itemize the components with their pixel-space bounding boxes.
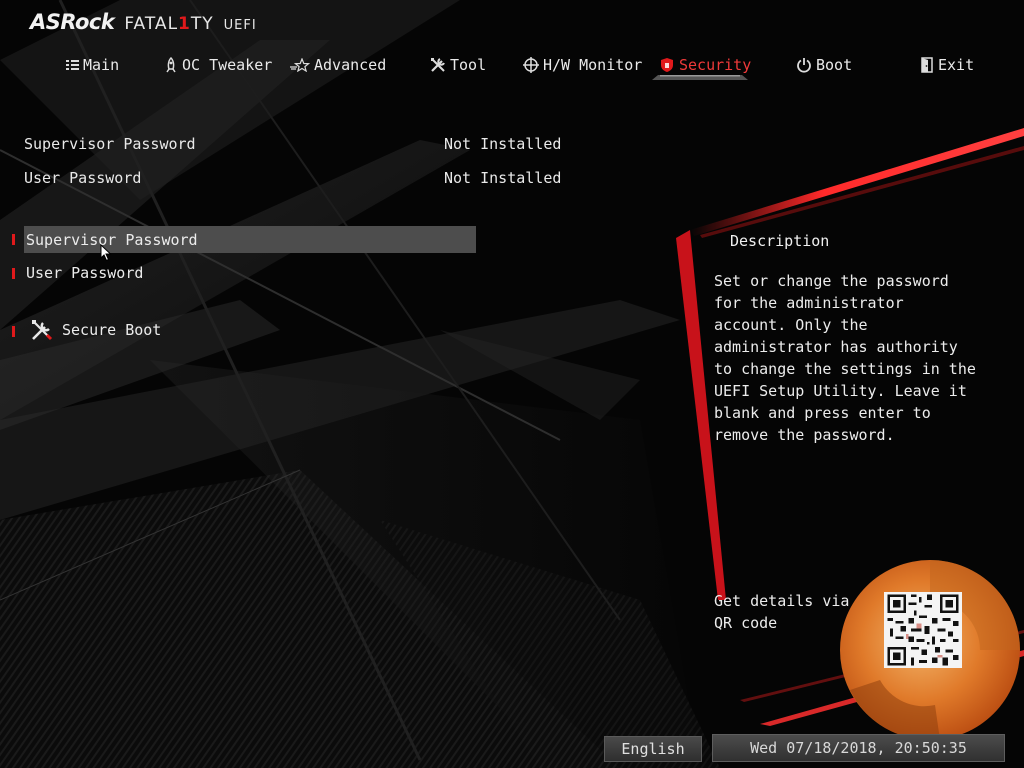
item-marker [12, 326, 15, 337]
series-name: FATAL1TY [124, 14, 213, 34]
info-label: Supervisor Password [24, 135, 196, 153]
tab-tool-label: Tool [450, 56, 487, 74]
description-title: Description [730, 232, 830, 250]
shield-icon [661, 58, 673, 72]
tab-boot[interactable]: Boot [796, 52, 852, 78]
info-row-user: User Password Not Installed [24, 169, 584, 187]
mouse-cursor-icon [100, 244, 112, 262]
series-post: TY [190, 14, 214, 34]
tab-advanced-label: Advanced [314, 56, 387, 74]
tools-icon [431, 58, 445, 72]
series-one: 1 [178, 14, 191, 34]
power-icon [797, 58, 811, 73]
datetime-display: Wed 07/18/2018, 20:50:35 [712, 734, 1005, 762]
tab-main-label: Main [83, 56, 120, 74]
uefi-label: UEFI [223, 18, 257, 33]
series-pre: FATAL [124, 14, 179, 34]
item-marker [12, 234, 15, 245]
qr-caption: Get details via QR code [714, 592, 850, 632]
tab-hw-monitor-label: H/W Monitor [543, 56, 643, 74]
qr-code[interactable] [884, 592, 962, 668]
tab-hw-monitor[interactable]: H/W Monitor [523, 52, 642, 78]
tab-exit[interactable]: Exit [920, 52, 974, 78]
star-icon [290, 58, 310, 72]
language-button[interactable]: English [604, 736, 702, 762]
item-marker [12, 268, 15, 279]
description-text: Set or change the password for the admin… [714, 272, 976, 444]
list-icon [66, 60, 79, 70]
info-label: User Password [24, 169, 142, 187]
tab-advanced[interactable]: Advanced [290, 52, 386, 78]
wrench-screwdriver-icon [32, 319, 53, 340]
tab-exit-label: Exit [938, 56, 975, 74]
tab-oc-tweaker-label: OC Tweaker [182, 56, 273, 74]
menu-item-label: User Password [26, 263, 144, 282]
tab-tool[interactable]: Tool [430, 52, 486, 78]
exit-door-icon [921, 57, 933, 73]
tab-security-label: Security [679, 56, 752, 74]
asrock-fatality-logo: ASRock FATAL1TY UEFI [30, 10, 257, 36]
active-tab-underline [652, 75, 748, 80]
tab-oc-tweaker[interactable]: OC Tweaker [164, 52, 272, 78]
menu-item-label: Secure Boot [62, 320, 162, 339]
menu-item-supervisor-password[interactable]: Supervisor Password [24, 226, 476, 253]
menu-item-user-password[interactable]: User Password [24, 259, 476, 286]
menu-item-secure-boot[interactable]: Secure Boot [24, 316, 476, 343]
brand-name: ASRock [30, 10, 115, 34]
main-nav: Main OC Tweaker Advanced Tool H/W Monito… [0, 48, 1024, 82]
crosshair-icon [523, 57, 539, 73]
rocket-icon [166, 57, 176, 73]
tab-main[interactable]: Main [66, 52, 119, 78]
info-row-supervisor: Supervisor Password Not Installed [24, 135, 584, 153]
info-value: Not Installed [444, 135, 562, 153]
info-value: Not Installed [444, 169, 562, 187]
tab-boot-label: Boot [816, 56, 853, 74]
